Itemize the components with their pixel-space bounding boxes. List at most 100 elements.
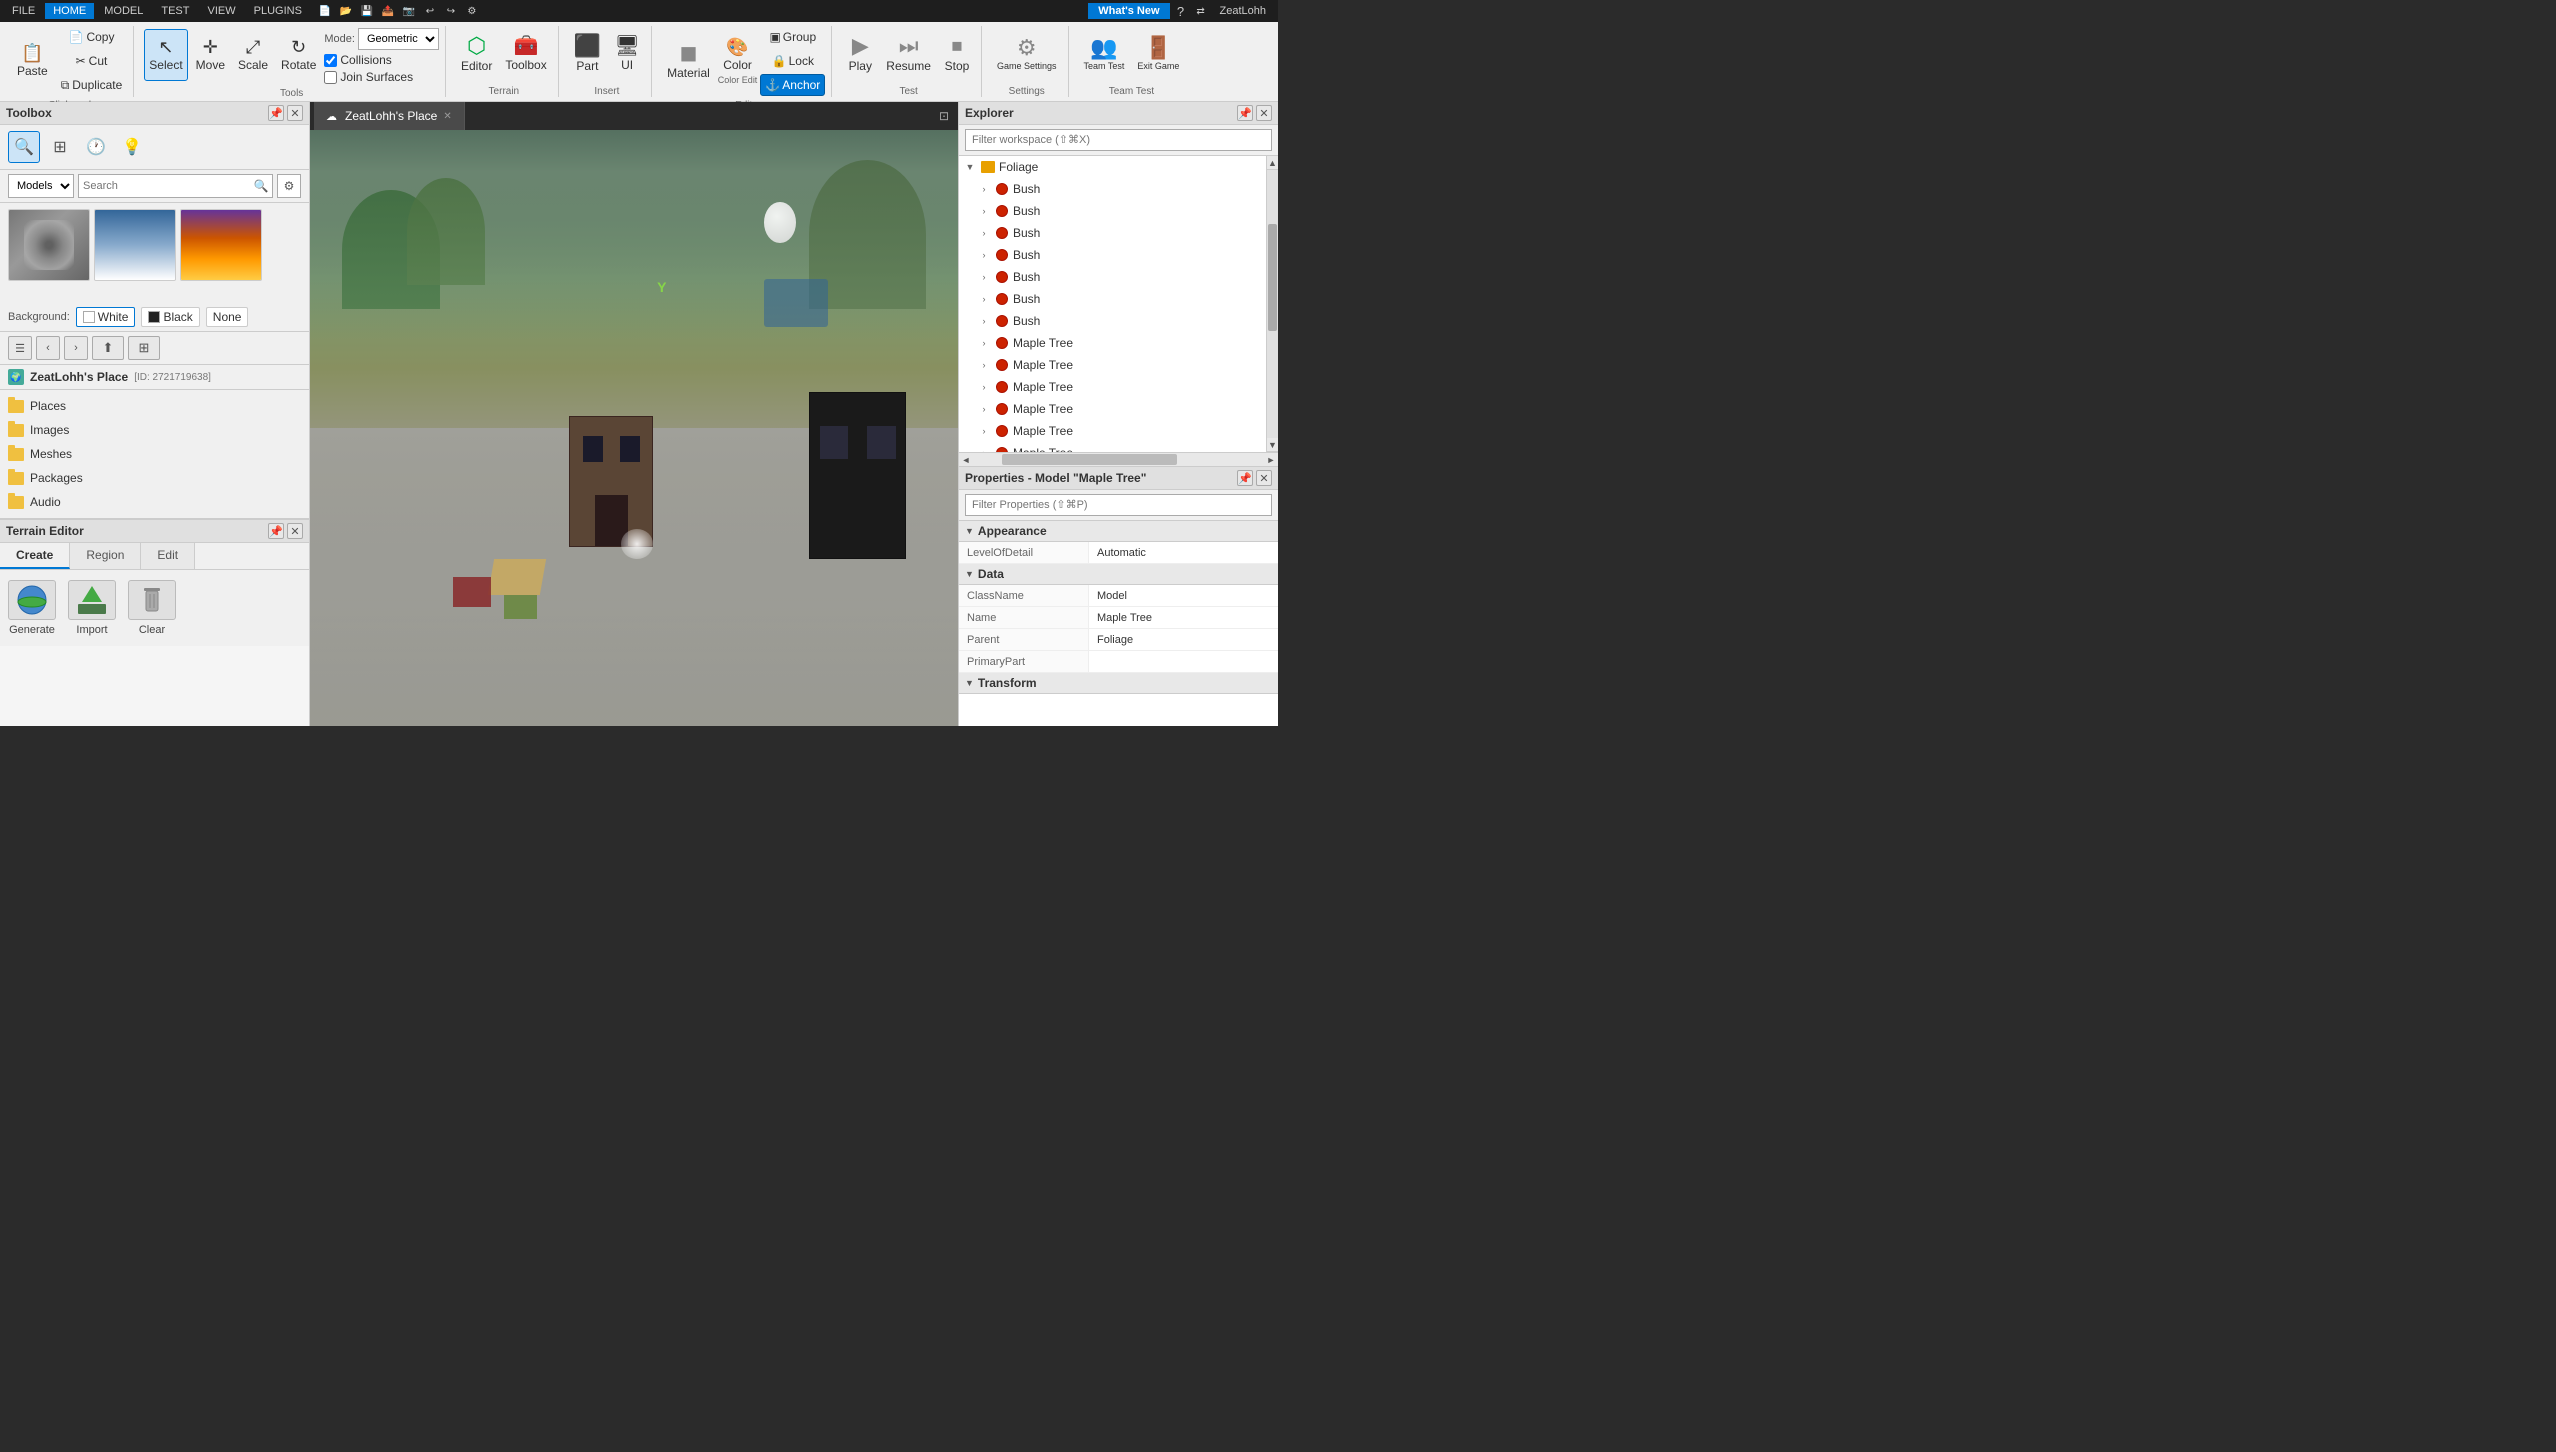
screenshot-icon[interactable]: 📷 bbox=[400, 2, 418, 20]
scroll-thumb[interactable] bbox=[1268, 224, 1277, 331]
menu-model[interactable]: MODEL bbox=[96, 3, 151, 19]
background-white-option[interactable]: White bbox=[76, 307, 136, 327]
explorer-scrollbar[interactable]: ▲ ▼ bbox=[1266, 156, 1278, 452]
explorer-h-scrollbar[interactable]: ◄ ► bbox=[959, 452, 1278, 466]
tree-item-maple-4[interactable]: › Maple Tree bbox=[959, 398, 1266, 420]
upload-button[interactable]: ⬆ bbox=[92, 336, 124, 360]
select-button[interactable]: ↖ Select bbox=[144, 29, 187, 81]
settings-icon[interactable]: ⚙ bbox=[463, 2, 481, 20]
foliage-folder[interactable]: ▼ Foliage bbox=[959, 156, 1266, 178]
tree-item-maple-1[interactable]: › Maple Tree bbox=[959, 332, 1266, 354]
maple-4-expand[interactable]: › bbox=[977, 404, 991, 414]
toolbox-tab-clock[interactable]: 🕐 bbox=[80, 131, 112, 163]
bush-1-expand[interactable]: › bbox=[977, 184, 991, 194]
bush-5-expand[interactable]: › bbox=[977, 272, 991, 282]
ui-button[interactable]: 🖥 UI bbox=[609, 28, 645, 80]
terrain-generate[interactable]: Generate bbox=[8, 580, 56, 636]
publish-icon[interactable]: 📤 bbox=[379, 2, 397, 20]
terrain-import[interactable]: Import bbox=[68, 580, 116, 636]
terrain-tab-edit[interactable]: Edit bbox=[141, 543, 195, 569]
tree-item-bush-2[interactable]: › Bush bbox=[959, 200, 1266, 222]
maple-2-expand[interactable]: › bbox=[977, 360, 991, 370]
rotate-button[interactable]: ↻ Rotate bbox=[276, 29, 321, 81]
appearance-section[interactable]: ▼ Appearance bbox=[959, 521, 1278, 542]
search-input[interactable] bbox=[79, 180, 250, 192]
new-file-icon[interactable]: 📄 bbox=[316, 2, 334, 20]
scale-button[interactable]: ⤢ Scale bbox=[233, 29, 273, 81]
tree-item-bush-3[interactable]: › Bush bbox=[959, 222, 1266, 244]
help-icon[interactable]: ? bbox=[1172, 2, 1190, 20]
toolbox-close-button[interactable]: ✕ bbox=[287, 105, 303, 121]
tree-item-maple-5[interactable]: › Maple Tree bbox=[959, 420, 1266, 442]
tree-item-bush-6[interactable]: › Bush bbox=[959, 288, 1266, 310]
asset-places[interactable]: Places bbox=[0, 394, 309, 418]
team-test-button[interactable]: 👥 Team Test bbox=[1079, 28, 1130, 80]
search-submit-button[interactable]: 🔍 bbox=[250, 179, 272, 193]
maple-5-expand[interactable]: › bbox=[977, 426, 991, 436]
category-select[interactable]: Models bbox=[8, 174, 74, 198]
asset-audio[interactable]: Audio bbox=[0, 490, 309, 514]
data-section[interactable]: ▼ Data bbox=[959, 564, 1278, 585]
tree-item-maple-2[interactable]: › Maple Tree bbox=[959, 354, 1266, 376]
lock-button[interactable]: 🔒 Lock bbox=[760, 50, 825, 72]
background-black-option[interactable]: Black bbox=[141, 307, 199, 327]
material-button[interactable]: ◼ Material bbox=[662, 35, 715, 87]
menu-view[interactable]: VIEW bbox=[199, 3, 243, 19]
primarypart-value[interactable] bbox=[1089, 651, 1278, 672]
viewport-tab[interactable]: ☁ ZeatLohh's Place ✕ bbox=[314, 102, 465, 130]
tree-item-bush-7[interactable]: › Bush bbox=[959, 310, 1266, 332]
toolbox-item-sky[interactable] bbox=[94, 209, 176, 281]
tree-item-maple-6[interactable]: › Maple Tree bbox=[959, 442, 1266, 452]
asset-packages[interactable]: Packages bbox=[0, 466, 309, 490]
bush-6-expand[interactable]: › bbox=[977, 294, 991, 304]
terrain-clear[interactable]: Clear bbox=[128, 580, 176, 636]
bush-3-expand[interactable]: › bbox=[977, 228, 991, 238]
maple-3-expand[interactable]: › bbox=[977, 382, 991, 392]
transform-section[interactable]: ▼ Transform bbox=[959, 673, 1278, 694]
menu-file[interactable]: FILE bbox=[4, 3, 43, 19]
toolbox-item-cracks[interactable] bbox=[8, 209, 90, 281]
cut-button[interactable]: ✂ Cut bbox=[56, 50, 128, 72]
tree-item-maple-3[interactable]: › Maple Tree bbox=[959, 376, 1266, 398]
redo-icon[interactable]: ↪ bbox=[442, 2, 460, 20]
foliage-expand-icon[interactable]: ▼ bbox=[963, 162, 977, 172]
color-button[interactable]: 🎨 Color bbox=[718, 37, 757, 73]
paste-button[interactable]: 📋 Paste bbox=[12, 35, 53, 87]
toolbox-tab-grid[interactable]: ⊞ bbox=[44, 131, 76, 163]
group-button[interactable]: ▣ Group bbox=[760, 26, 825, 48]
anchor-button[interactable]: ⚓ Anchor bbox=[760, 74, 825, 96]
toolbox-item-sunset[interactable] bbox=[180, 209, 262, 281]
open-file-icon[interactable]: 📂 bbox=[337, 2, 355, 20]
bush-4-expand[interactable]: › bbox=[977, 250, 991, 260]
part-button[interactable]: ⬛ Part bbox=[569, 28, 606, 80]
explorer-close-button[interactable]: ✕ bbox=[1256, 105, 1272, 121]
h-scroll-left-button[interactable]: ◄ bbox=[959, 453, 973, 467]
move-button[interactable]: ✛ Move bbox=[191, 29, 230, 81]
name-prop-value[interactable]: Maple Tree bbox=[1089, 607, 1278, 628]
menu-home[interactable]: HOME bbox=[45, 3, 94, 19]
toolbox-button[interactable]: 🧰 Toolbox bbox=[500, 28, 551, 80]
join-surfaces-checkbox[interactable] bbox=[324, 71, 337, 84]
share-icon[interactable]: ⇄ bbox=[1192, 2, 1210, 20]
terrain-close-button[interactable]: ✕ bbox=[287, 523, 303, 539]
exit-game-button[interactable]: 🚪 Exit Game bbox=[1132, 28, 1184, 80]
terrain-tab-create[interactable]: Create bbox=[0, 543, 70, 569]
copy-button[interactable]: 📄 Copy bbox=[56, 26, 128, 48]
bush-7-expand[interactable]: › bbox=[977, 316, 991, 326]
collisions-checkbox[interactable] bbox=[324, 54, 337, 67]
menu-test[interactable]: TEST bbox=[153, 3, 197, 19]
properties-close-button[interactable]: ✕ bbox=[1256, 470, 1272, 486]
duplicate-button[interactable]: ⧉ Duplicate bbox=[56, 74, 128, 96]
stop-button[interactable]: ⏹ Stop bbox=[939, 28, 975, 80]
back-button[interactable]: ‹ bbox=[36, 336, 60, 360]
tree-item-bush-1[interactable]: › Bush bbox=[959, 178, 1266, 200]
properties-filter-input[interactable] bbox=[965, 494, 1272, 516]
levelofdetail-value[interactable]: Automatic bbox=[1089, 542, 1278, 563]
editor-button[interactable]: ⬡ Editor bbox=[456, 28, 497, 80]
explorer-filter-input[interactable] bbox=[965, 129, 1272, 151]
properties-pin-button[interactable]: 📌 bbox=[1237, 470, 1253, 486]
toolbox-tab-lightbulb[interactable]: 💡 bbox=[116, 131, 148, 163]
explorer-pin-button[interactable]: 📌 bbox=[1237, 105, 1253, 121]
scroll-up-button[interactable]: ▲ bbox=[1267, 156, 1278, 170]
maple-1-expand[interactable]: › bbox=[977, 338, 991, 348]
